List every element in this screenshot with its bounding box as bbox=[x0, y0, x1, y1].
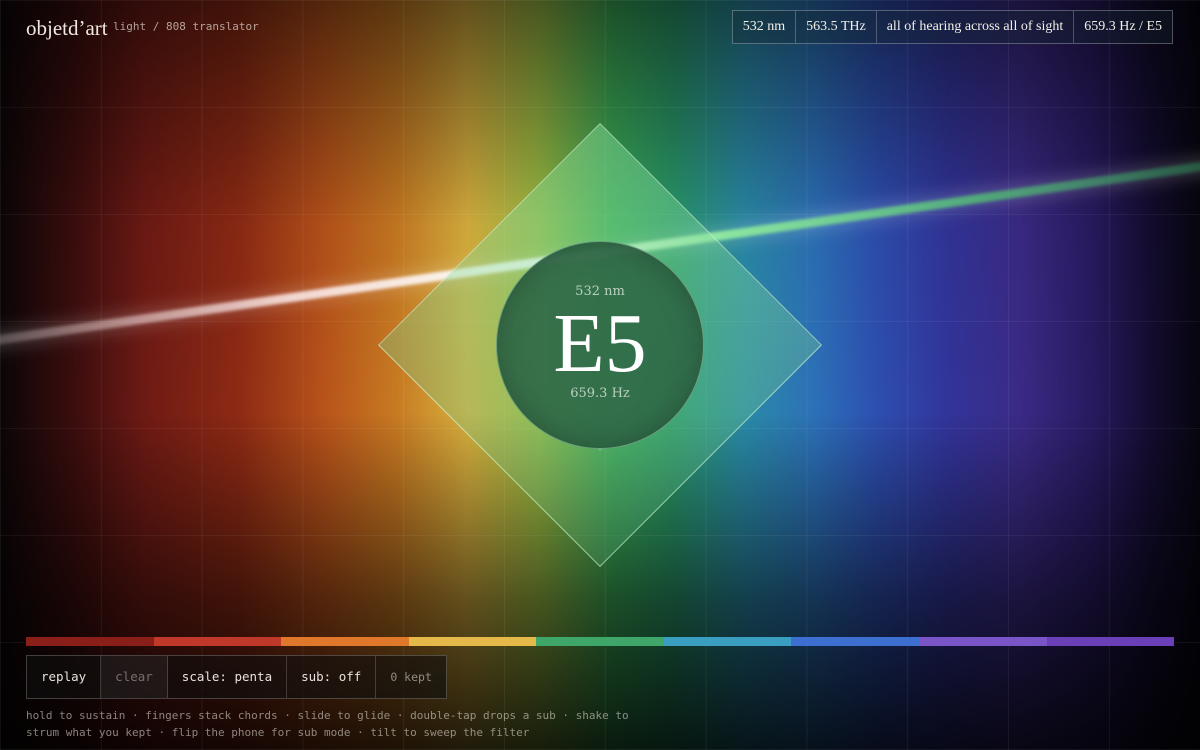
gesture-hints: hold to sustain · fingers stack chords ·… bbox=[26, 707, 666, 741]
control-bar: replay clear scale: penta sub: off 0 kep… bbox=[26, 655, 447, 699]
app-subtitle: light / 808 translator bbox=[113, 20, 259, 33]
spectrum-band[interactable] bbox=[1046, 637, 1175, 646]
scale-toggle[interactable]: scale: penta bbox=[168, 656, 288, 698]
spectrum-band[interactable] bbox=[153, 637, 282, 646]
spectrum-band-strip[interactable] bbox=[26, 637, 1175, 646]
readout-wavelength: 532 nm bbox=[733, 11, 797, 43]
spectrum-band[interactable] bbox=[281, 637, 409, 646]
disc-note: E5 bbox=[553, 297, 647, 390]
disc-frequency: 659.3 Hz bbox=[570, 386, 630, 401]
clear-button[interactable]: clear bbox=[101, 656, 168, 698]
readout-tagline: all of hearing across all of sight bbox=[877, 11, 1075, 43]
spectrum-band[interactable] bbox=[918, 637, 1047, 646]
spectrum-band[interactable] bbox=[536, 637, 664, 646]
spectrum-band[interactable] bbox=[663, 637, 792, 646]
hint-line-2: strum what you kept · flip the phone for… bbox=[26, 726, 530, 739]
logo: objetd’art bbox=[26, 16, 108, 40]
replay-button[interactable]: replay bbox=[27, 656, 102, 698]
readout-pitch: 659.3 Hz / E5 bbox=[1084, 19, 1162, 34]
sub-toggle[interactable]: sub: off bbox=[287, 656, 377, 698]
readout-frequency: 563.5 THz bbox=[796, 11, 877, 43]
kept-counter: 0 kept bbox=[390, 670, 432, 684]
readout-bar: 532 nm 563.5 THz all of hearing across a… bbox=[731, 10, 1173, 44]
spectrum-band[interactable] bbox=[408, 637, 537, 646]
spectrum-band[interactable] bbox=[791, 637, 919, 646]
hint-line-1: hold to sustain · fingers stack chords ·… bbox=[26, 709, 629, 722]
spectrum-band[interactable] bbox=[26, 637, 154, 646]
